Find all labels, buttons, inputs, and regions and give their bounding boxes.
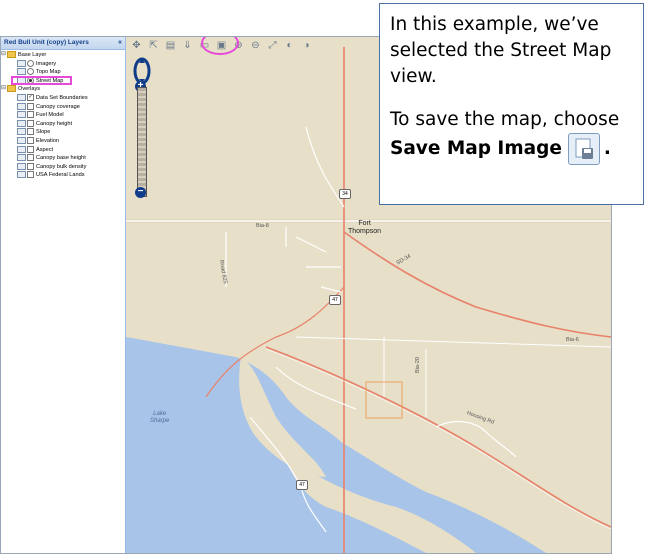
layer-label: Canopy height — [36, 120, 73, 127]
overlay-layer-item[interactable]: Canopy height — [1, 119, 125, 129]
layer-label: Data Set Boundaries — [36, 94, 88, 101]
select-icon[interactable]: ⇱ — [147, 39, 160, 51]
overlay-layer-item[interactable]: Elevation — [1, 136, 125, 146]
overlay-layer-item[interactable]: Canopy bulk density — [1, 162, 125, 172]
overlay-layer-item[interactable]: Fuel Model — [1, 111, 125, 120]
tree-node-base-layer[interactable]: ⊟ Base Layer — [1, 51, 125, 60]
base-layer-label: Base Layer — [18, 52, 47, 58]
callout-bold: Save Map Image — [390, 138, 562, 159]
layer-legend-icon — [17, 171, 26, 179]
layer-legend-icon — [17, 111, 26, 119]
callout-suffix: . — [603, 138, 611, 159]
overlay-checkbox[interactable] — [27, 119, 34, 127]
layer-legend-icon — [17, 145, 26, 153]
zoom-out-icon[interactable]: ⊖ — [249, 39, 262, 51]
overlay-layer-item[interactable]: Slope — [1, 128, 125, 137]
previous-extent-icon[interactable]: ◐ — [283, 39, 296, 51]
download-icon[interactable]: ⇓ — [181, 39, 194, 51]
overlay-layer-item[interactable]: Canopy coverage — [1, 102, 125, 112]
overlay-checkbox[interactable] — [27, 145, 34, 153]
layer-label: Canopy bulk density — [36, 163, 87, 170]
collapse-toggle-icon[interactable]: ⊟ — [1, 51, 6, 57]
layer-label: USA Federal Lands — [36, 172, 85, 179]
layer-tree: ⊟ Base Layer Imagery Topo Map Street Map … — [1, 51, 125, 180]
base-layer-street-map[interactable]: Street Map — [1, 75, 125, 86]
overlay-layer-item[interactable]: Aspect — [1, 145, 125, 155]
layer-label: Canopy base height — [36, 155, 86, 162]
layer-legend-icon — [17, 102, 26, 110]
collapse-panel-button[interactable]: « — [118, 37, 122, 49]
layer-label: Fuel Model — [36, 112, 64, 119]
lake-label: Lake Sharpe — [150, 411, 170, 424]
overlays-label: Overlays — [18, 86, 41, 93]
overlay-layer-item[interactable]: USA Federal Lands — [1, 171, 125, 180]
road-label: Bia-8 — [256, 223, 269, 229]
layer-legend-icon — [17, 93, 26, 101]
layer-label: Aspect — [36, 146, 54, 153]
town-label: Fort Thompson — [348, 220, 382, 235]
layer-panel-title: Red Bull Unit (copy) Layers — [4, 39, 89, 46]
instruction-callout: In this example, we’ve selected the Stre… — [379, 3, 644, 205]
overlay-checkbox[interactable] — [27, 136, 34, 144]
save-tool-highlight-circle — [201, 37, 239, 55]
overlay-checkbox[interactable] — [27, 154, 34, 162]
collapse-toggle-icon[interactable]: ⊟ — [1, 85, 6, 91]
layer-label: Canopy coverage — [36, 103, 80, 110]
layer-legend-icon — [17, 128, 26, 136]
layer-legend-icon — [17, 162, 26, 170]
save-map-image-icon — [567, 133, 600, 165]
layer-panel-header: Red Bull Unit (copy) Layers « — [1, 37, 125, 50]
overlay-checkbox[interactable] — [27, 111, 34, 119]
tree-node-overlays[interactable]: ⊟ Overlays — [1, 85, 125, 94]
overlay-layer-item[interactable]: ✓ Data Set Boundaries — [1, 93, 125, 103]
base-layer-imagery[interactable]: Imagery — [1, 59, 125, 69]
overlay-layer-item[interactable]: Canopy base height — [1, 154, 125, 163]
overlay-checkbox[interactable] — [27, 162, 34, 170]
street-map-highlight-box — [11, 75, 72, 85]
layer-label: Slope — [36, 129, 51, 136]
callout-text-1: In this example, we’ve selected the Stre… — [390, 14, 612, 87]
layer-legend-icon — [17, 68, 26, 76]
highway-shield-47: 47 — [329, 295, 341, 305]
imagery-radio[interactable] — [27, 59, 34, 67]
identify-icon[interactable]: ▤ — [164, 39, 177, 51]
layer-panel: Red Bull Unit (copy) Layers « ⊟ Base Laye… — [1, 37, 126, 553]
layer-label: Imagery — [36, 60, 57, 67]
zoom-slider[interactable] — [137, 87, 147, 197]
layer-legend-icon — [17, 59, 26, 67]
pan-icon[interactable]: ✥ — [130, 39, 143, 51]
layer-legend-icon — [17, 119, 26, 127]
topo-map-radio[interactable] — [27, 68, 34, 76]
next-extent-icon[interactable]: ◑ — [300, 39, 313, 51]
overlay-checkbox[interactable]: ✓ — [27, 93, 34, 101]
layer-legend-icon — [17, 154, 26, 162]
callout-text-2: To save the map, choose Save Map Image. — [390, 107, 633, 165]
layer-label: Topo Map — [36, 69, 61, 76]
highway-shield-34: 34 — [339, 189, 351, 199]
zoom-extent-icon[interactable]: ⤢ — [266, 39, 279, 51]
overlay-checkbox[interactable] — [27, 171, 34, 179]
folder-icon — [7, 51, 16, 59]
folder-icon — [7, 85, 16, 93]
road-label: Bia-20 — [414, 357, 421, 373]
callout-prefix: To save the map, choose — [390, 109, 620, 130]
highway-shield-47: 47 — [296, 480, 308, 490]
overlay-checkbox[interactable] — [27, 128, 34, 136]
road-label: Bia-6 — [566, 337, 579, 343]
zoom-out-button[interactable]: − — [135, 187, 146, 198]
layer-label: Elevation — [36, 137, 60, 144]
overlay-checkbox[interactable] — [27, 102, 34, 110]
layer-legend-icon — [17, 136, 26, 144]
